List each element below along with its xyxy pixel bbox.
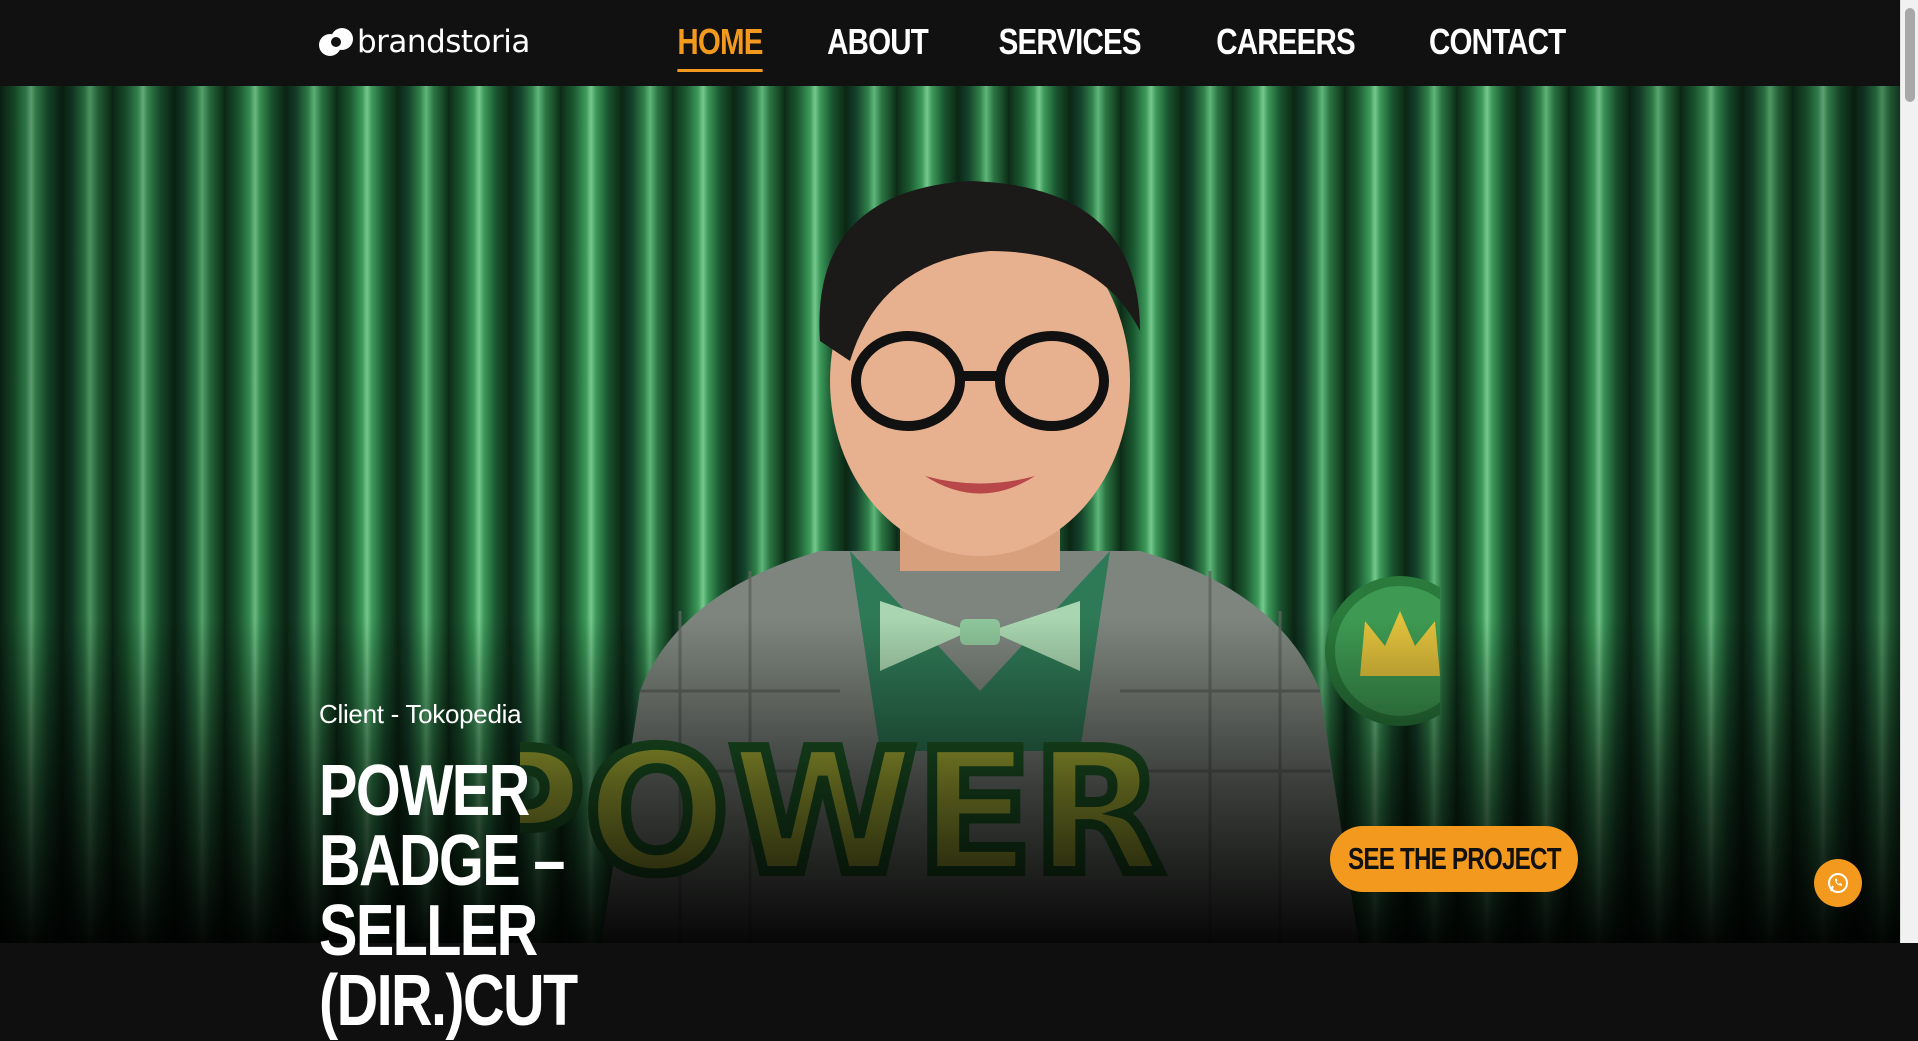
hero-banner: POWER: [0, 86, 1900, 943]
brand-logo[interactable]: brandstoria: [319, 25, 530, 59]
page-scrollbar[interactable]: [1900, 0, 1918, 943]
nav-item-home[interactable]: HOME: [677, 18, 764, 72]
hero-gradient-overlay: [0, 86, 1900, 943]
site-header: brandstoria HOME ABOUT SERVICES CAREERS …: [0, 0, 1900, 86]
client-label: Client - Tokopedia: [319, 699, 522, 729]
see-project-button[interactable]: SEE THE PROJECT: [1330, 826, 1578, 892]
main-nav: HOME ABOUT SERVICES CAREERS CONTACT: [668, 18, 1580, 72]
whatsapp-button[interactable]: [1814, 859, 1862, 907]
project-title: POWER BADGE – SELLER (DIR.)CUT: [319, 751, 578, 1041]
nav-item-careers[interactable]: CAREERS: [1216, 18, 1355, 70]
brand-name: brandstoria: [357, 24, 530, 60]
brandstoria-logo-icon: [319, 28, 353, 56]
nav-item-services[interactable]: SERVICES: [999, 18, 1142, 70]
nav-item-about[interactable]: ABOUT: [827, 18, 929, 70]
scrollbar-thumb[interactable]: [1905, 8, 1915, 102]
whatsapp-icon: [1828, 873, 1848, 893]
see-project-label: SEE THE PROJECT: [1347, 841, 1561, 876]
nav-item-contact[interactable]: CONTACT: [1429, 18, 1566, 70]
